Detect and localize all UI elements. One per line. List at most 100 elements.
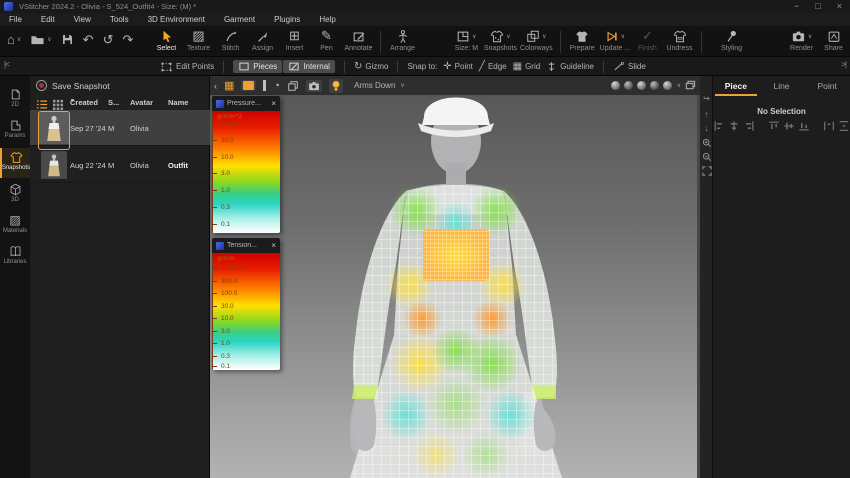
column-header-avatar[interactable]: Avatar <box>130 98 153 107</box>
pose-dropdown[interactable]: Arms Down ∨ <box>354 81 405 90</box>
save-icon[interactable] <box>61 33 74 46</box>
move-down-icon[interactable]: ↓ <box>700 124 713 134</box>
material-sphere-icon[interactable] <box>637 81 646 90</box>
minimize-button[interactable]: − <box>794 0 799 13</box>
collapse-left-icon[interactable]: |< <box>4 60 9 69</box>
slide-button[interactable]: Slide <box>613 61 646 72</box>
assign-tool-button[interactable]: Assign <box>248 27 277 52</box>
save-snapshot-button[interactable]: Save Snapshot <box>36 80 110 91</box>
cascade-window-icon[interactable] <box>685 80 696 90</box>
column-header-name[interactable]: Name <box>168 98 188 107</box>
undo-icon[interactable]: ↶ <box>83 33 94 47</box>
layers-icon[interactable] <box>287 80 299 92</box>
sidebar-item-libraries[interactable]: Libraries <box>0 242 30 272</box>
size-button[interactable]: ∨ Size: M <box>452 27 481 52</box>
select-tool-button[interactable]: Select <box>152 27 181 52</box>
menu-view[interactable]: View <box>74 15 91 24</box>
split-view-icon[interactable] <box>263 80 266 91</box>
zoom-in-icon[interactable] <box>702 138 712 148</box>
align-middle-vertical-icon[interactable] <box>783 120 795 132</box>
internal-toggle-button[interactable]: Internal <box>283 60 335 73</box>
finish-button[interactable]: ✓ Finish <box>633 27 662 52</box>
pieces-toggle-button[interactable]: Pieces <box>233 60 282 73</box>
menu-file[interactable]: File <box>9 15 22 24</box>
align-top-icon[interactable] <box>768 120 780 132</box>
snap-grid-button[interactable]: ▦ Grid <box>513 61 541 73</box>
tab-point[interactable]: Point <box>804 76 850 96</box>
fit-view-icon[interactable] <box>702 166 712 176</box>
column-header-size[interactable]: S... <box>108 98 119 107</box>
annotate-tool-button[interactable]: Annotate <box>344 27 373 52</box>
sidebar-item-params[interactable]: Params <box>0 116 30 146</box>
collapse-viewport-icon[interactable]: ‹ <box>214 79 217 93</box>
pen-tool-button[interactable]: ✎ Pen <box>312 27 341 52</box>
snapshot-row[interactable]: Aug 22 '24 M Olivia Outfit <box>30 147 210 183</box>
maximize-button[interactable]: □ <box>815 0 820 13</box>
colorways-button[interactable]: ∨ Colorways <box>520 27 553 52</box>
fabric-view-button[interactable] <box>241 80 256 91</box>
share-button[interactable]: Share <box>819 27 848 52</box>
panel-logo-icon <box>216 242 224 250</box>
snapshots-button[interactable]: ∨ Snapshots <box>484 27 517 52</box>
sidebar-item-snapshots[interactable]: Snapshots <box>0 148 30 178</box>
gizmo-button[interactable]: ↻ Gizmo <box>354 61 389 73</box>
update-button[interactable]: ∨ Update ... <box>600 27 630 52</box>
gauge-icon[interactable]: ◔ <box>273 79 280 93</box>
light-button[interactable] <box>329 79 343 93</box>
edit-points-button[interactable]: Edit Points <box>160 61 214 73</box>
align-right-icon[interactable] <box>743 120 755 132</box>
menu-3d-environment[interactable]: 3D Environment <box>148 15 205 24</box>
open-file-button[interactable]: ∨ <box>30 32 51 47</box>
close-icon[interactable]: × <box>271 99 276 108</box>
tension-panel-titlebar[interactable]: Tension... × <box>212 238 280 253</box>
menu-edit[interactable]: Edit <box>41 15 55 24</box>
home-button[interactable]: ⌂ ∨ <box>7 32 21 47</box>
menu-plugins[interactable]: Plugins <box>274 15 300 24</box>
history-icon[interactable]: ↺ <box>103 33 114 47</box>
move-up-icon[interactable]: ↑ <box>700 110 713 120</box>
align-bottom-icon[interactable] <box>798 120 810 132</box>
pressure-panel-titlebar[interactable]: Pressure... × <box>212 96 280 111</box>
tab-piece[interactable]: Piece <box>713 76 759 96</box>
align-left-icon[interactable] <box>713 120 725 132</box>
book-icon <box>9 245 22 258</box>
close-icon[interactable]: × <box>271 241 276 250</box>
orbit-icon[interactable]: ↪ <box>700 94 713 104</box>
render-button[interactable]: ∨ Render <box>787 27 816 52</box>
menu-garment[interactable]: Garment <box>224 15 255 24</box>
pressure-color-scale: gr/cm^2 100.0 30.0 10.0 3.0 1.0 0.3 0.1 <box>212 111 280 233</box>
redo-icon[interactable]: ↷ <box>122 33 133 47</box>
snap-edge-button[interactable]: ╱ Edge <box>479 61 507 73</box>
viewport-camera-button[interactable] <box>306 80 322 92</box>
materials-icon: ▨ <box>9 214 20 227</box>
material-sphere-icon[interactable] <box>611 81 620 90</box>
menu-tools[interactable]: Tools <box>110 15 129 24</box>
distribute-vertical-icon[interactable] <box>838 120 850 132</box>
avatar-3d-view[interactable] <box>210 95 700 478</box>
snap-guideline-button[interactable]: Guideline <box>546 61 594 72</box>
viewport-grid-icon[interactable]: ▦ <box>224 79 234 93</box>
material-sphere-icon[interactable] <box>650 81 659 90</box>
prepare-button[interactable]: Prepare <box>568 27 597 52</box>
snapshot-row[interactable]: Sep 27 '24 M Olivia <box>30 110 210 146</box>
distribute-horizontal-icon[interactable] <box>823 120 835 132</box>
stitch-tool-button[interactable]: Stitch <box>216 27 245 52</box>
menu-help[interactable]: Help <box>319 15 335 24</box>
tab-line[interactable]: Line <box>759 76 805 96</box>
sidebar-item-2d[interactable]: 2D <box>0 85 30 115</box>
material-sphere-icon[interactable] <box>663 81 672 90</box>
zoom-out-icon[interactable] <box>702 152 712 162</box>
close-button[interactable]: × <box>837 0 842 13</box>
material-sphere-icon[interactable] <box>624 81 633 90</box>
undress-button[interactable]: Undress <box>665 27 694 52</box>
align-center-horizontal-icon[interactable] <box>728 120 740 132</box>
texture-tool-button[interactable]: ▨ Texture <box>184 27 213 52</box>
sidebar-item-materials[interactable]: ▨ Materials <box>0 211 30 241</box>
page-2d-icon <box>9 88 22 101</box>
arrange-tool-button[interactable]: Arrange <box>388 27 417 52</box>
sidebar-item-3d[interactable]: 3D <box>0 180 30 210</box>
collapse-right-icon[interactable]: >| <box>841 60 846 69</box>
styling-button[interactable]: Styling <box>717 27 746 52</box>
insert-tool-button[interactable]: ⊞ Insert <box>280 27 309 52</box>
snap-point-button[interactable]: ✛ Point <box>443 61 473 73</box>
